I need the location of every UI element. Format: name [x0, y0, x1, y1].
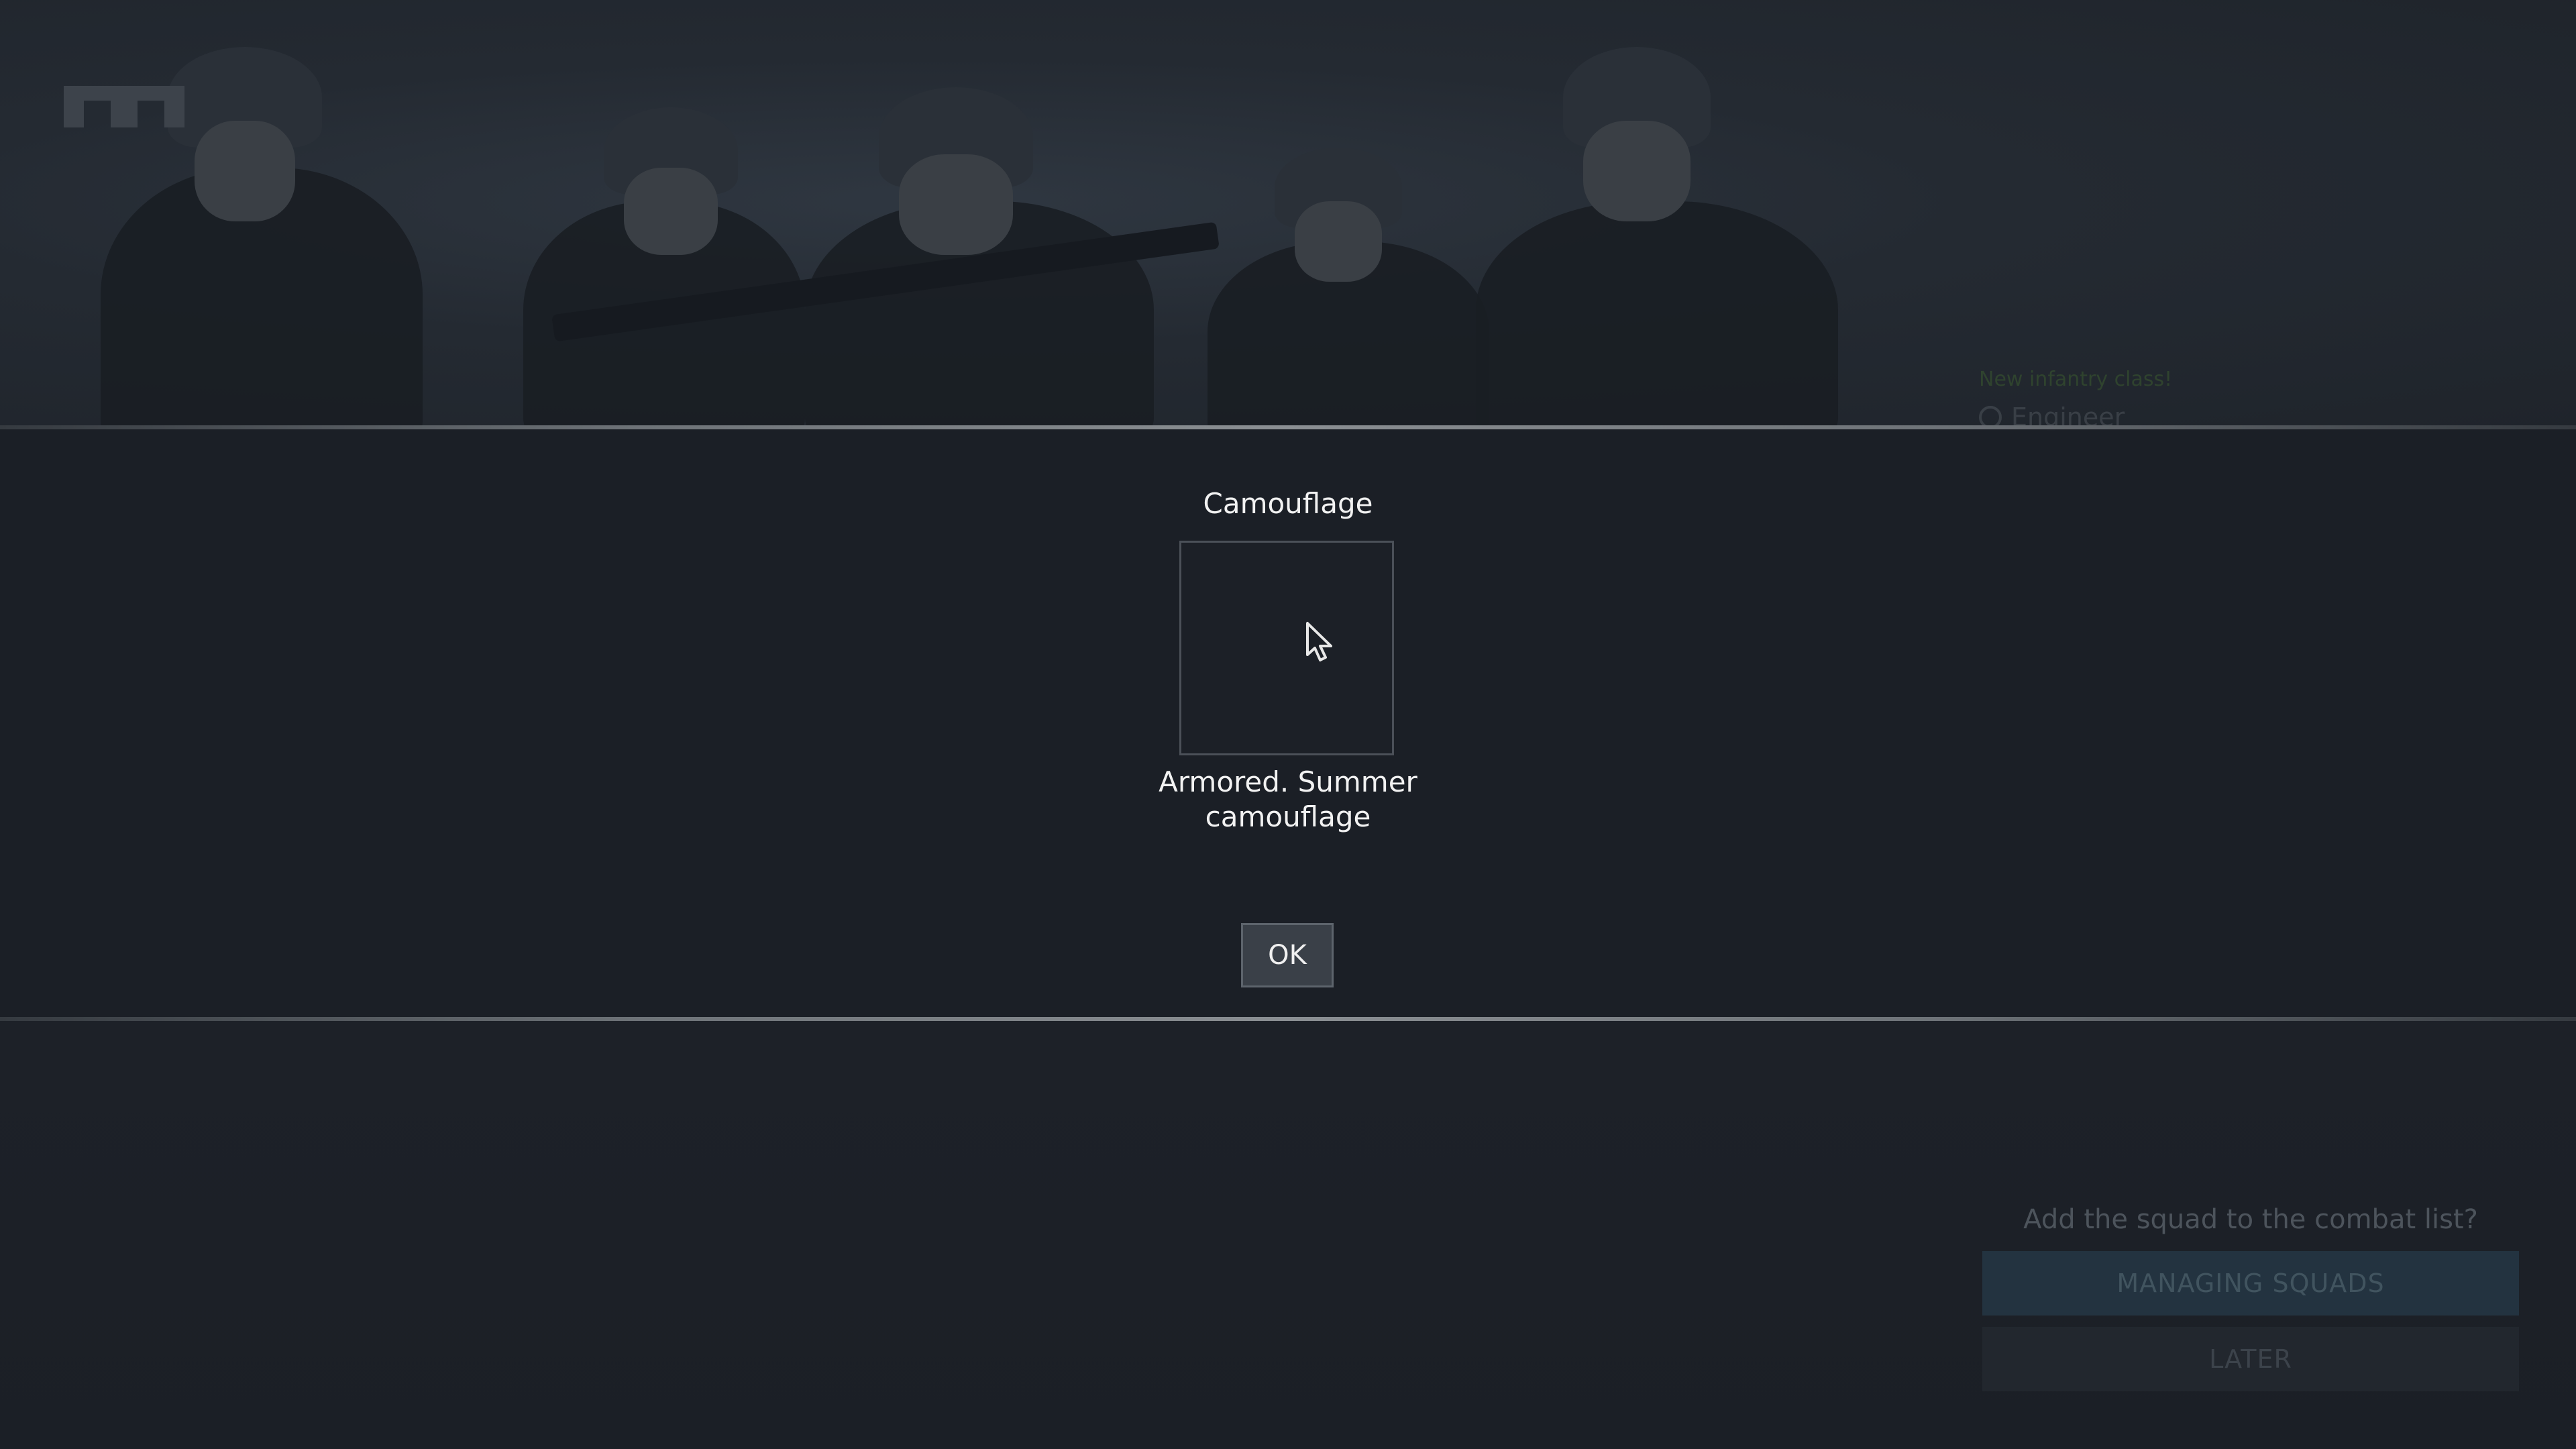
soldier-face	[624, 168, 718, 255]
soldier-face	[899, 154, 1013, 255]
modal-bottom-divider	[0, 1017, 2576, 1021]
add-squad-question: Add the squad to the combat list?	[2023, 1204, 2478, 1235]
item-name: Armored. Summer camouflage	[1087, 765, 1489, 835]
new-class-notice: New infantry class!	[1979, 368, 2173, 391]
camouflage-item-frame	[1179, 541, 1394, 755]
soldier-silhouette	[1476, 201, 1838, 429]
game-logo-icon	[64, 86, 184, 127]
item-name-line1: Armored. Summer	[1159, 765, 1417, 798]
modal-title: Camouflage	[1203, 487, 1373, 520]
item-name-line2: camouflage	[1205, 800, 1371, 833]
ok-button[interactable]: OK	[1241, 923, 1334, 987]
later-button[interactable]: LATER	[1982, 1327, 2519, 1391]
soldier-face	[195, 121, 295, 221]
modal-top-divider	[0, 425, 2576, 429]
hero-background-art	[0, 0, 2576, 429]
soldier-face	[1583, 121, 1690, 221]
game-screen: New infantry class! Engineer Add the squ…	[0, 0, 2576, 1449]
managing-squads-button[interactable]: MANAGING SQUADS	[1982, 1251, 2519, 1316]
soldier-face	[1295, 201, 1382, 282]
mouse-cursor-icon	[1306, 622, 1332, 661]
